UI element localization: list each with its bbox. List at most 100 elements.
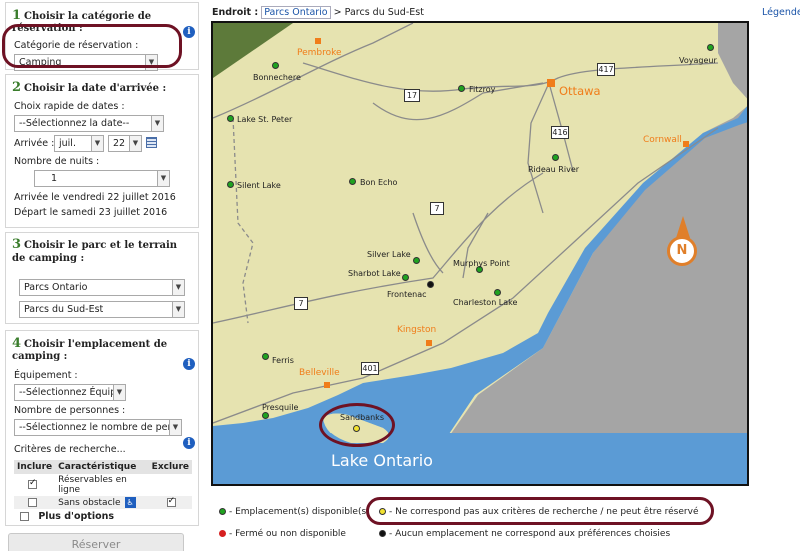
- park-label-frontenac[interactable]: Frontenac: [387, 290, 427, 299]
- legend-available: - Emplacement(s) disponible(s): [219, 507, 370, 517]
- park-marker-rideau-river[interactable]: [552, 154, 559, 161]
- park-label-silent-lake[interactable]: Silent Lake: [237, 181, 281, 190]
- include-accessible-checkbox[interactable]: [28, 497, 37, 507]
- reserve-button[interactable]: Réserver: [8, 533, 184, 551]
- arrival-row: Arrivée : juil. ▼ 22 ▼: [6, 132, 198, 156]
- nights-select[interactable]: 1 ▼: [34, 170, 170, 187]
- category-label: Catégorie de réservation :: [14, 40, 139, 51]
- park-marker-fitzroy[interactable]: [458, 85, 465, 92]
- info-icon[interactable]: i: [183, 358, 195, 370]
- park-label-rideau-river[interactable]: Rideau River: [528, 165, 579, 174]
- park-label-presquile[interactable]: Presquile: [262, 403, 298, 412]
- more-options-label[interactable]: Plus d'options: [38, 511, 114, 522]
- departure-text: Départ le samedi 23 juillet 2016: [14, 207, 168, 218]
- map[interactable]: 417 17 416 7 7 401 Pembroke Ottawa Cornw…: [211, 21, 749, 486]
- city-label-cornwall: Cornwall: [643, 135, 682, 145]
- day-select[interactable]: 22 ▼: [108, 135, 142, 152]
- park-label-fitzroy[interactable]: Fitzroy: [469, 85, 495, 94]
- criteria-table: Inclure Caractéristique Exclure Réservab…: [14, 460, 192, 509]
- park-label-bon-echo[interactable]: Bon Echo: [360, 178, 397, 187]
- city-marker: [547, 79, 555, 87]
- park-marker-silent-lake[interactable]: [227, 181, 234, 188]
- park-select[interactable]: Parcs Ontario ▼: [19, 279, 185, 296]
- info-icon[interactable]: i: [183, 437, 195, 449]
- park-label-voyageur[interactable]: Voyageur: [679, 56, 717, 65]
- step-number: 1: [12, 8, 22, 23]
- region-select-value: Parcs du Sud-Est: [24, 304, 104, 315]
- day-value: 22: [113, 138, 126, 149]
- park-marker-sandbanks[interactable]: [353, 425, 360, 432]
- park-label-sandbanks[interactable]: Sandbanks: [340, 413, 384, 422]
- city-marker: [324, 382, 330, 388]
- park-marker-charleston-lake[interactable]: [494, 289, 501, 296]
- unavailable-dot-icon: [379, 508, 386, 515]
- city-label-kingston: Kingston: [397, 325, 437, 335]
- park-marker-sharbot-lake[interactable]: [402, 274, 409, 281]
- exclude-accessible-checkbox[interactable]: [166, 496, 176, 507]
- park-label-murphys-point[interactable]: Murphys Point: [453, 259, 510, 268]
- park-label-charleston-lake[interactable]: Charleston Lake: [453, 298, 517, 307]
- highway-shield: 7: [294, 297, 308, 310]
- park-label-bonnechere[interactable]: Bonnechere: [253, 73, 301, 82]
- park-label-lake-st-peter[interactable]: Lake St. Peter: [237, 115, 292, 124]
- city-label-ottawa: Ottawa: [559, 84, 601, 98]
- step-title-text: Choisir l'emplacement de camping :: [12, 339, 168, 362]
- chevron-down-icon: ▼: [151, 116, 163, 131]
- breadcrumb-link-parcs-ontario[interactable]: Parcs Ontario: [261, 6, 331, 19]
- park-marker-voyageur[interactable]: [707, 44, 714, 51]
- chevron-down-icon: ▼: [172, 280, 184, 295]
- step-number: 4: [12, 336, 22, 351]
- breadcrumb-current: Parcs du Sud-Est: [344, 7, 424, 18]
- step-title-text: Choisir la date d'arrivée :: [24, 83, 167, 94]
- arrival-label: Arrivée :: [14, 138, 55, 149]
- month-select[interactable]: juil. ▼: [54, 135, 104, 152]
- chevron-down-icon: ▼: [129, 136, 141, 151]
- city-marker: [683, 141, 689, 147]
- quick-dates-value: --Sélectionnez la date--: [19, 118, 130, 129]
- more-options-row: Plus d'options: [6, 511, 198, 522]
- quick-dates-select[interactable]: --Sélectionnez la date-- ▼: [14, 115, 164, 132]
- park-marker-bon-echo[interactable]: [349, 178, 356, 185]
- park-marker-frontenac[interactable]: [427, 281, 434, 288]
- more-options-checkbox[interactable]: [20, 512, 29, 521]
- highway-shield: 417: [597, 63, 615, 76]
- park-label-silver-lake[interactable]: Silver Lake: [367, 250, 411, 259]
- step-1-panel: 1 Choisir la catégorie de réservation : C…: [5, 2, 199, 71]
- info-icon[interactable]: i: [183, 26, 195, 38]
- legend-link[interactable]: Légende: [762, 7, 800, 18]
- people-select[interactable]: --Sélectionnez le nombre de pers ▼: [14, 419, 182, 436]
- park-marker-ferris[interactable]: [262, 353, 269, 360]
- highway-shield: 17: [404, 89, 420, 102]
- park-label-ferris[interactable]: Ferris: [272, 356, 294, 365]
- step-number: 2: [12, 80, 22, 95]
- park-marker-silver-lake[interactable]: [413, 257, 420, 264]
- park-select-value: Parcs Ontario: [24, 282, 88, 293]
- park-marker-lake-st-peter[interactable]: [227, 115, 234, 122]
- breadcrumb: Endroit : Parcs Ontario > Parcs du Sud-E…: [212, 6, 424, 19]
- legend-closed: - Fermé ou non disponible: [219, 529, 346, 539]
- chevron-down-icon: ▼: [172, 302, 184, 317]
- equipment-select[interactable]: --Sélectionnez Équip ▼: [14, 384, 126, 401]
- region-select[interactable]: Parcs du Sud-Est ▼: [19, 301, 185, 318]
- compass-icon: N: [667, 236, 697, 266]
- legend-available-text: - Emplacement(s) disponible(s): [229, 507, 370, 517]
- park-label-sharbot-lake[interactable]: Sharbot Lake: [348, 269, 401, 278]
- include-online-checkbox[interactable]: [28, 478, 37, 489]
- table-row: Réservables en ligne: [14, 474, 192, 496]
- equipment-label: Équipement :: [14, 370, 78, 381]
- quick-dates-label: Choix rapide de dates :: [14, 101, 125, 112]
- highway-shield: 401: [361, 362, 379, 375]
- criteria-label[interactable]: Critères de recherche...: [6, 436, 198, 458]
- nights-value: 1: [51, 173, 58, 184]
- calendar-icon[interactable]: [146, 137, 157, 148]
- chevron-down-icon: ▼: [113, 385, 125, 400]
- city-marker: [315, 38, 321, 44]
- legend-unavailable: - Ne correspond pas aux critères de rech…: [379, 507, 698, 517]
- table-row: Sans obstacle ♿: [14, 496, 192, 509]
- park-marker-presquile[interactable]: [262, 412, 269, 419]
- category-select[interactable]: Camping ▼: [14, 54, 158, 71]
- step-2-title: 2 Choisir la date d'arrivée :: [6, 75, 198, 97]
- header-include: Inclure: [14, 460, 56, 474]
- step-number: 3: [12, 237, 22, 252]
- park-marker-bonnechere[interactable]: [272, 62, 279, 69]
